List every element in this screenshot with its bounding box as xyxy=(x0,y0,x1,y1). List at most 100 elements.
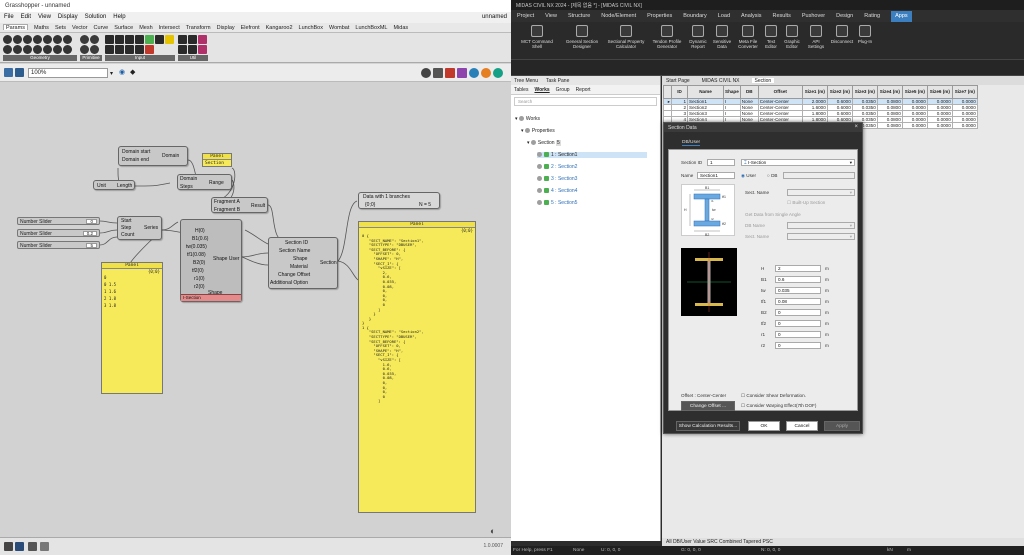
section-name-field[interactable]: Section1 xyxy=(697,172,735,179)
table-cell[interactable]: 0.0000 xyxy=(926,122,953,129)
section-node[interactable]: Section ID Section Name Shape Material C… xyxy=(268,237,338,289)
slider-value[interactable]: 0 xyxy=(86,219,97,224)
db-name-select[interactable]: ▾ xyxy=(787,222,855,229)
unit-length-select[interactable]: m xyxy=(907,548,911,553)
sect-name2-select[interactable]: ▾ xyxy=(787,233,855,240)
brep-param-icon[interactable] xyxy=(23,35,32,44)
warping-checkbox[interactable]: ☐ Consider Warping Effect(7th DOF) xyxy=(741,403,816,409)
tab-intersect[interactable]: Intersect xyxy=(159,25,180,31)
data-param-node[interactable]: Data with 1 branches {0;0} N = 5 xyxy=(358,192,440,209)
jump-icon[interactable] xyxy=(188,45,197,54)
document-preview-icon[interactable] xyxy=(481,68,491,78)
menu-help[interactable]: Help xyxy=(113,14,125,21)
close-icon[interactable]: × xyxy=(854,124,858,130)
table-cell[interactable]: 0.0800 xyxy=(876,122,903,129)
md-slider-icon[interactable] xyxy=(155,35,164,44)
tab-group[interactable]: Group xyxy=(556,87,570,93)
tree-section[interactable]: ▾ Section 5 xyxy=(527,140,561,146)
menu-design[interactable]: Design xyxy=(836,13,853,19)
col-id[interactable]: ID xyxy=(671,85,688,99)
menu-rating[interactable]: Rating xyxy=(864,13,880,19)
mct-shell-button[interactable]: MCT Command Shell xyxy=(519,25,555,49)
boolean-toggle-icon[interactable] xyxy=(105,35,114,44)
param-r1-field[interactable]: 0 xyxy=(775,331,821,338)
domain-output[interactable]: Domain xyxy=(162,153,179,159)
tab-params[interactable]: Params xyxy=(3,24,28,31)
param-r2-field[interactable]: 0 xyxy=(775,342,821,349)
tree-search-input[interactable]: Search xyxy=(514,97,657,106)
table-cell[interactable]: 0.0000 xyxy=(901,122,928,129)
json-output-panel[interactable]: Panel {0;0} 0 { "SECT_NAME": "Section1",… xyxy=(358,221,476,513)
series-step-input[interactable]: Step xyxy=(121,225,131,231)
tree-section-2[interactable]: 2 : Section2 xyxy=(537,164,577,170)
zoom-dropdown-icon[interactable]: ▾ xyxy=(110,70,113,77)
range-domain-input[interactable]: Domain xyxy=(180,176,197,182)
visibility-icon[interactable] xyxy=(537,152,542,158)
shape-type-footer[interactable]: I-Section xyxy=(181,294,241,301)
domain-start-input[interactable]: Domain start xyxy=(122,149,150,155)
fit-icon[interactable] xyxy=(178,45,187,54)
col-size3[interactable]: Size3 (m) xyxy=(851,85,878,99)
button-icon[interactable] xyxy=(115,35,124,44)
param-tw-field[interactable]: 0.035 xyxy=(775,287,821,294)
unit-length-node[interactable]: Unit Length xyxy=(93,180,135,190)
domain-end-input[interactable]: Domain end xyxy=(122,157,149,163)
col-db[interactable]: DB xyxy=(739,85,759,99)
graphic-editor-button[interactable]: Graphic Editor xyxy=(781,25,803,49)
radio-user[interactable]: ◉ User xyxy=(741,173,756,179)
menu-node-element[interactable]: Node/Element xyxy=(601,13,636,19)
shape-input-tf2[interactable]: tf2(0) xyxy=(192,268,204,274)
menu-view[interactable]: View xyxy=(545,13,557,19)
tree-works[interactable]: ▾ Works xyxy=(515,116,540,122)
radio-db[interactable]: ○ DB xyxy=(767,173,777,178)
param-tf2-field[interactable]: 0 xyxy=(775,320,821,327)
shape-user-node[interactable]: H(0) B1(0.6) tw(0.035) tf1(0.08) B2(0) t… xyxy=(180,219,242,302)
col-name[interactable]: Name xyxy=(687,85,724,99)
gradient-icon[interactable] xyxy=(135,35,144,44)
meta-file-button[interactable]: Meta File Converter xyxy=(735,25,761,49)
tab-db-user[interactable]: DB/User xyxy=(682,140,701,146)
section-shape-input[interactable]: Shape xyxy=(293,256,307,262)
bottle-icon[interactable] xyxy=(28,542,37,551)
col-offset[interactable]: Offset xyxy=(757,85,803,99)
menu-view[interactable]: View xyxy=(38,14,51,21)
shear-deformation-checkbox[interactable]: ☐ Consider Shear Deformation. xyxy=(741,393,806,399)
tree-properties[interactable]: ▾ Properties xyxy=(521,128,555,134)
shape-input-tw[interactable]: tw(0.035) xyxy=(186,244,207,250)
number-param-icon[interactable] xyxy=(80,45,89,54)
section-id-field[interactable]: 1 xyxy=(707,159,735,166)
shape-input-tf1[interactable]: tf1(0.08) xyxy=(187,252,206,258)
wireframe-preview-icon[interactable] xyxy=(445,68,455,78)
plug-in-button[interactable]: Plug-In xyxy=(855,25,875,44)
menu-display[interactable]: Display xyxy=(58,14,78,21)
tab-start-page[interactable]: Start Page xyxy=(666,78,690,84)
series-node[interactable]: Start Step Count Series xyxy=(117,216,162,240)
point-param-icon[interactable] xyxy=(33,45,42,54)
series-start-input[interactable]: Start xyxy=(121,218,132,224)
tab-wombat[interactable]: Wombat xyxy=(329,25,349,31)
change-offset-button[interactable]: Change Offset ... xyxy=(681,401,735,411)
fragment-b-input[interactable]: Fragment B xyxy=(214,207,240,213)
tendon-generator-button[interactable]: Tendon Profile Generator xyxy=(649,25,685,49)
tab-maths[interactable]: Maths xyxy=(34,25,49,31)
integer-param-icon[interactable] xyxy=(90,35,99,44)
menu-results[interactable]: Results xyxy=(773,13,791,19)
tab-report[interactable]: Report xyxy=(576,87,591,93)
mesh-param-icon[interactable] xyxy=(13,45,22,54)
tab-surface[interactable]: Surface xyxy=(114,25,133,31)
tab-tables[interactable]: Tables xyxy=(514,87,528,93)
menu-analysis[interactable]: Analysis xyxy=(741,13,761,19)
control-knob-icon[interactable] xyxy=(125,45,134,54)
range-output[interactable]: Range xyxy=(209,180,224,186)
slider-value[interactable]: 5 xyxy=(86,243,97,248)
api-settings-button[interactable]: API Settings xyxy=(805,25,827,49)
table-cell[interactable]: 0.0000 xyxy=(951,122,978,129)
construct-domain-node[interactable]: Domain start Domain end Domain xyxy=(118,146,188,166)
frame-icon[interactable] xyxy=(40,542,49,551)
zoom-level-field[interactable]: 100% xyxy=(28,68,108,78)
eye-icon[interactable]: ◉ xyxy=(119,68,125,76)
plane-param-icon[interactable] xyxy=(23,45,32,54)
param-h-field[interactable]: 2 xyxy=(775,265,821,272)
visibility-icon[interactable] xyxy=(537,176,542,182)
number-slider-start[interactable]: Number Slider 0 xyxy=(17,217,100,225)
